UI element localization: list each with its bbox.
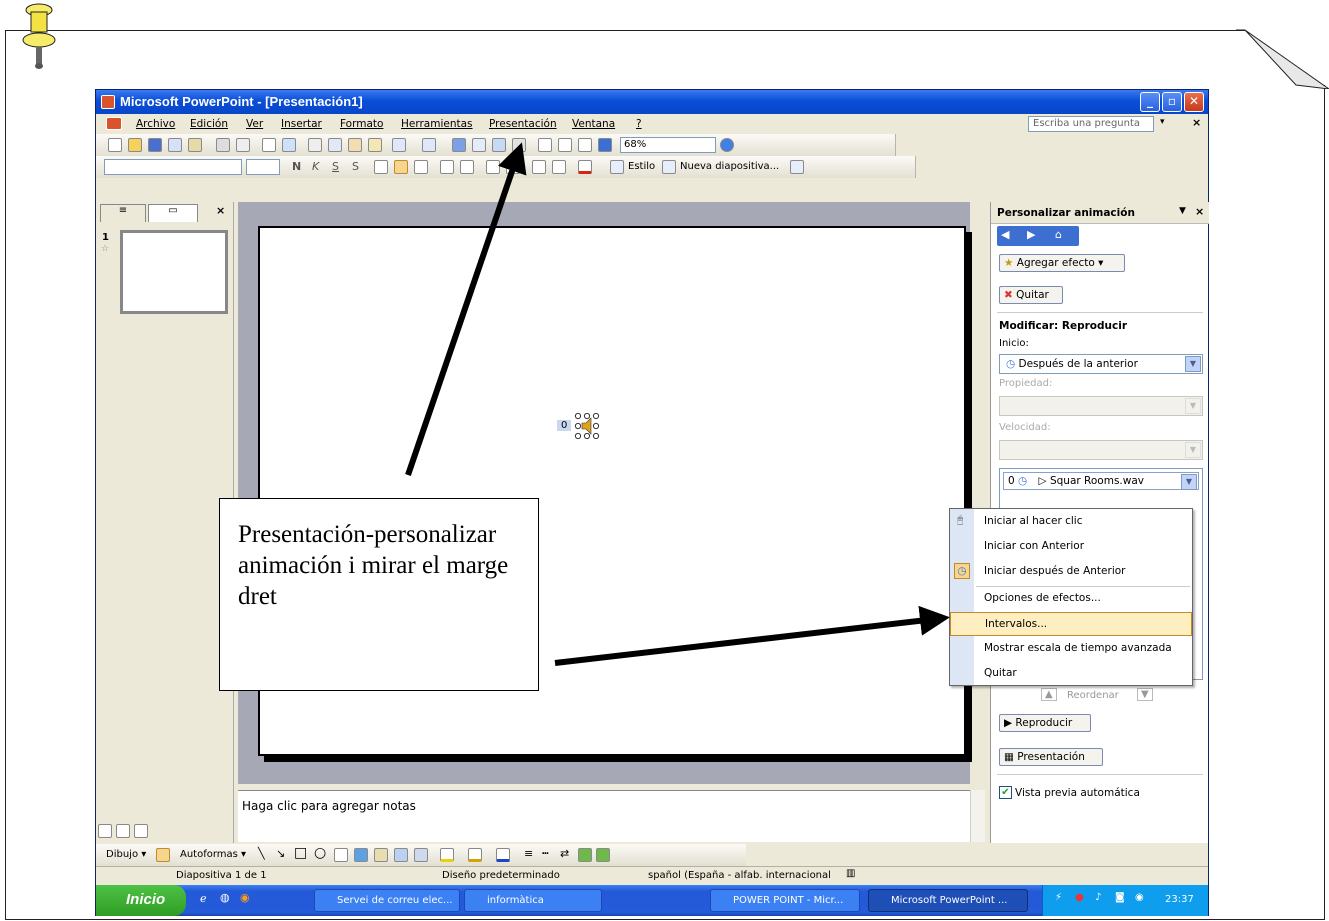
page: { "window": { "title": "Microsoft PowerP…	[0, 0, 1329, 921]
annotation-arrows	[405, 142, 950, 666]
arrow-to-intervalos	[554, 605, 950, 666]
arrow-to-presentacion-menu	[405, 142, 527, 476]
